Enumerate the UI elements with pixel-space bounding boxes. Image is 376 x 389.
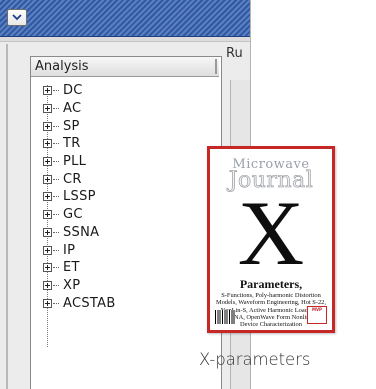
tree-item-dc[interactable]: DC	[43, 82, 116, 100]
expand-icon[interactable]	[43, 263, 52, 273]
cover-issue-line	[214, 152, 328, 156]
tree-item-sp[interactable]: SP	[43, 117, 116, 135]
expand-icon[interactable]	[43, 174, 52, 184]
cover-headline: Parameters,	[239, 277, 303, 291]
expand-icon[interactable]	[43, 280, 52, 290]
expand-icon[interactable]	[43, 210, 52, 220]
expand-icon[interactable]	[43, 86, 52, 96]
tree-item-xp[interactable]: XP	[43, 277, 116, 295]
tree-item-pll[interactable]: PLL	[43, 153, 116, 171]
tree-item-label: GC	[63, 207, 83, 223]
analysis-tree: Analysis DC AC SP TR PLL CR LSSP GC SSNA…	[30, 56, 222, 389]
tree-connector	[53, 302, 59, 304]
tree-item-label: SSNA	[63, 224, 100, 240]
tree-item-label: PLL	[63, 154, 87, 170]
left-border	[6, 44, 8, 389]
image-caption: X-parameters	[199, 350, 311, 369]
tree-item-label: SP	[63, 118, 80, 134]
tree-item-acstab[interactable]: ACSTAB	[43, 294, 116, 312]
tree-connector	[53, 178, 59, 180]
tree-connector	[53, 231, 59, 233]
expand-icon[interactable]	[43, 245, 52, 255]
tree-item-label: ACSTAB	[63, 295, 116, 311]
tree-item-label: TR	[63, 136, 81, 152]
tree-item-tr[interactable]: TR	[43, 135, 116, 153]
title-bar	[0, 0, 250, 37]
tree-item-ip[interactable]: IP	[43, 241, 116, 259]
tree-column-header[interactable]: Analysis	[31, 57, 219, 77]
tree-connector	[53, 284, 59, 286]
magazine-cover-image: Microwave Journal X Parameters, S-Functi…	[207, 146, 335, 333]
tree-item-ssna[interactable]: SSNA	[43, 224, 116, 242]
tree-item-label: CR	[63, 171, 82, 187]
tree-connector	[53, 143, 59, 145]
cover-letter: X	[237, 182, 305, 284]
column-separator[interactable]	[215, 59, 217, 74]
tree-item-cr[interactable]: CR	[43, 170, 116, 188]
right-pane-label: Ru	[226, 46, 243, 61]
tree-item-label: AC	[63, 101, 82, 117]
tree-item-et[interactable]: ET	[43, 259, 116, 277]
cover-badge: MVP	[307, 306, 327, 324]
tree-item-label: ET	[63, 260, 80, 276]
tree-item-gc[interactable]: GC	[43, 206, 116, 224]
tree-connector	[53, 125, 59, 127]
tree-connector	[53, 108, 59, 110]
tree-connector	[53, 196, 59, 198]
panel-divider	[0, 37, 250, 42]
tree-item-ac[interactable]: AC	[43, 100, 116, 118]
tree-item-label: DC	[63, 83, 83, 99]
expand-icon[interactable]	[43, 104, 52, 114]
expand-icon[interactable]	[43, 227, 52, 237]
expand-icon[interactable]	[43, 192, 52, 202]
tree-connector	[53, 267, 59, 269]
expand-icon[interactable]	[43, 121, 52, 131]
tree-item-label: LSSP	[63, 189, 96, 205]
tree-connector	[53, 161, 59, 163]
tree-item-label: IP	[63, 242, 76, 258]
tree-header-label: Analysis	[35, 59, 89, 74]
tree-connector	[53, 90, 59, 92]
expand-icon[interactable]	[43, 298, 52, 308]
barcode-icon	[215, 310, 235, 324]
tree-item-lssp[interactable]: LSSP	[43, 188, 116, 206]
tree-connector	[53, 214, 59, 216]
window-menu-button[interactable]	[7, 9, 27, 26]
chevron-down-icon	[12, 14, 22, 21]
tree-list: DC AC SP TR PLL CR LSSP GC SSNA IP ET XP…	[43, 82, 116, 312]
tree-connector	[53, 249, 59, 251]
expand-icon[interactable]	[43, 139, 52, 149]
tree-item-label: XP	[63, 277, 81, 293]
expand-icon[interactable]	[43, 157, 52, 167]
